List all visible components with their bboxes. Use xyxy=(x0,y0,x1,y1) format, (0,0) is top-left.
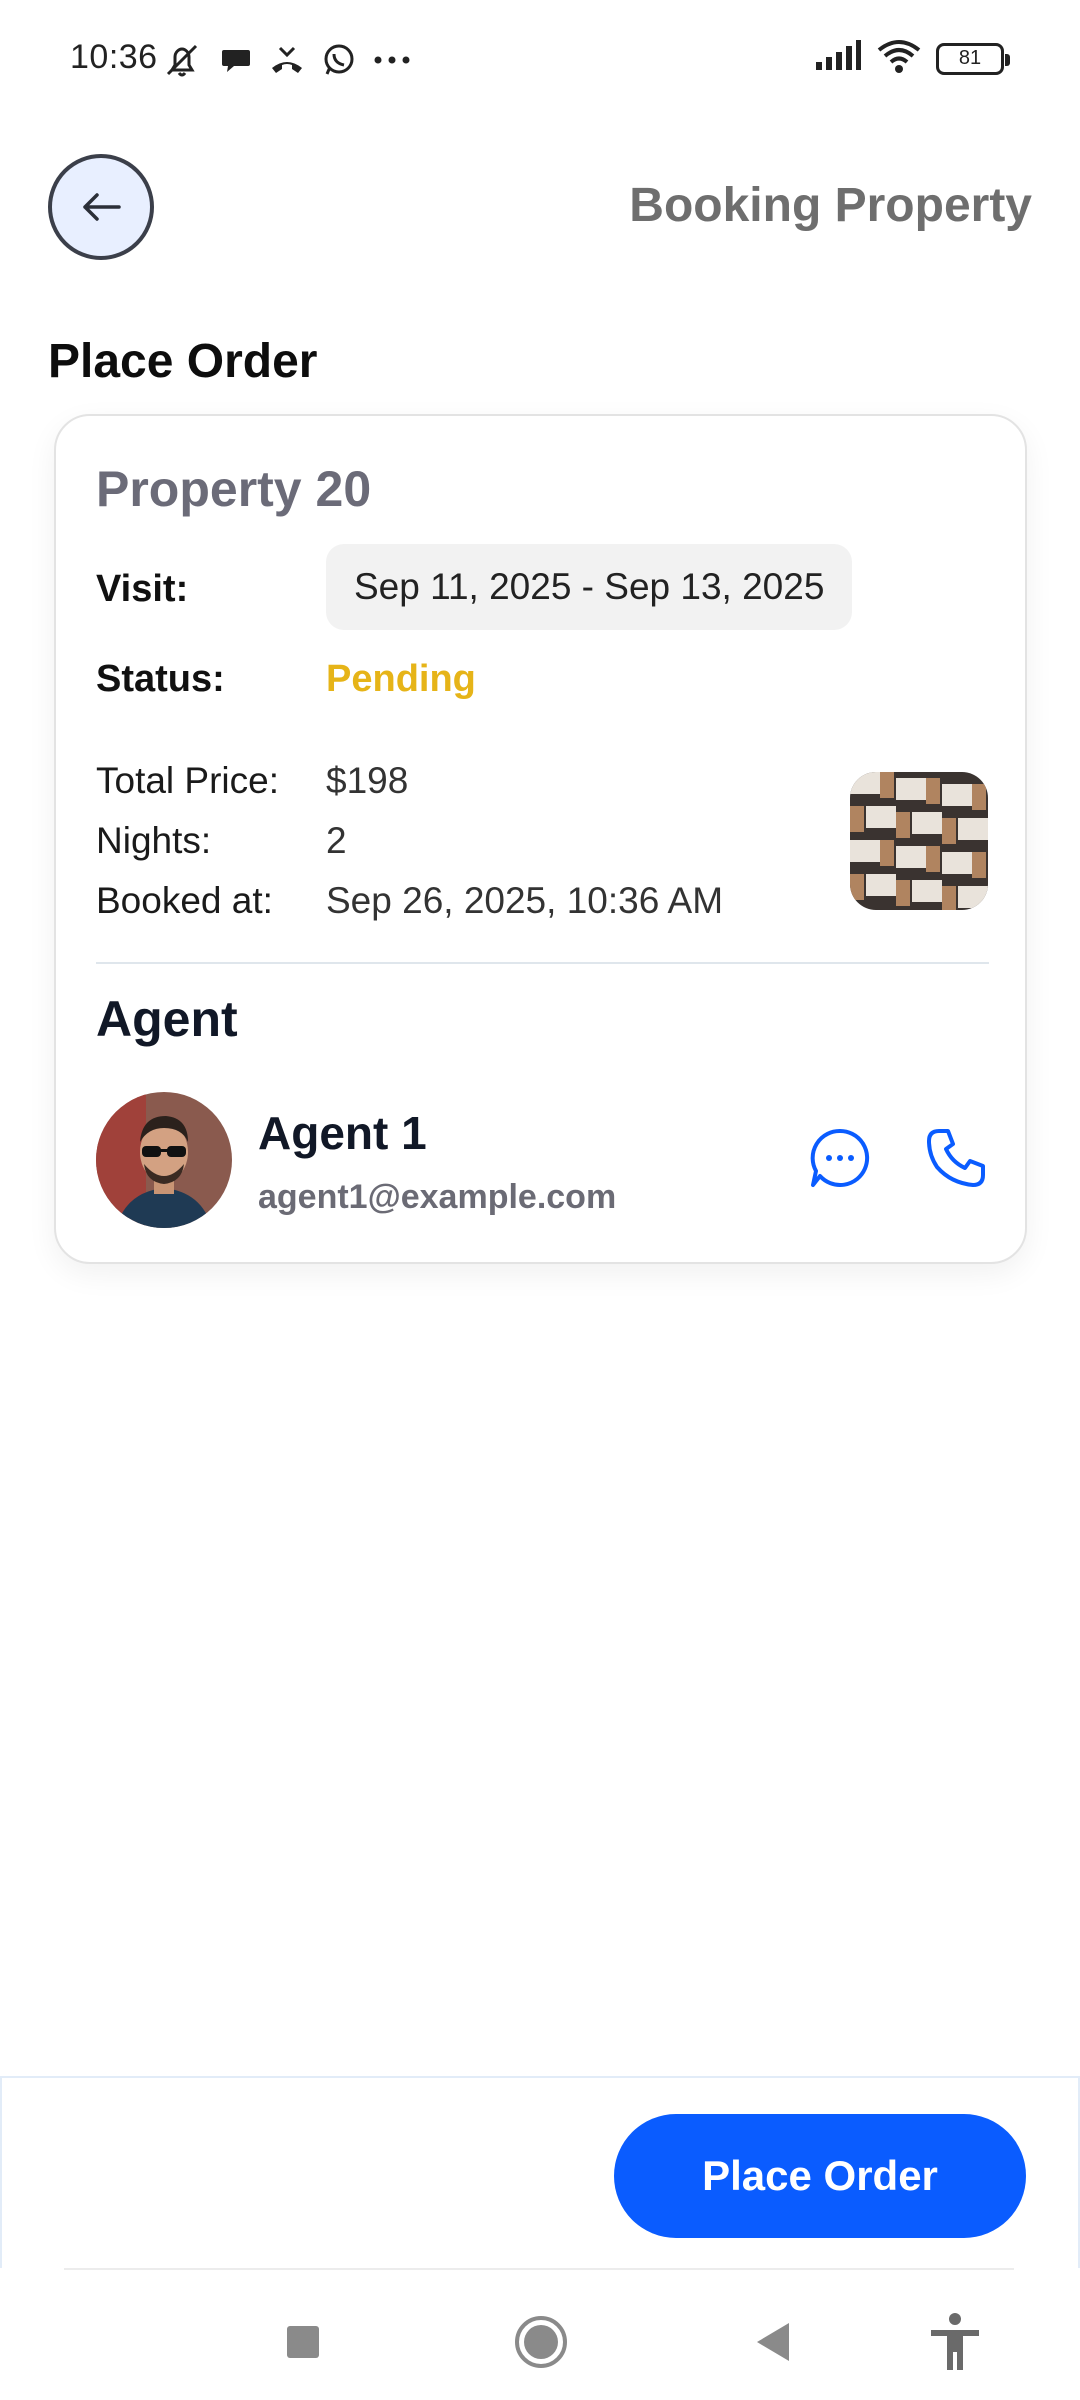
home-circle-icon xyxy=(515,2316,567,2368)
arrow-left-icon xyxy=(83,193,121,221)
whatsapp-icon xyxy=(320,41,358,79)
section-title: Place Order xyxy=(48,335,318,388)
signal-icon xyxy=(814,40,862,77)
muted-bell-icon xyxy=(160,40,204,80)
phone-icon xyxy=(927,1129,985,1187)
battery-icon: 81 xyxy=(936,42,1010,75)
accessibility-icon xyxy=(931,2313,979,2370)
place-order-button[interactable]: Place Order xyxy=(614,2114,1026,2238)
status-badge: Pending xyxy=(326,658,476,700)
chat-bubble-icon xyxy=(218,42,254,78)
back-button[interactable] xyxy=(48,154,154,260)
system-icons: 81 xyxy=(814,38,1010,79)
booked-at-label: Booked at: xyxy=(96,880,273,921)
total-price-value: $198 xyxy=(326,760,409,801)
nights-value: 2 xyxy=(326,820,347,861)
agent-email: agent1@example.com xyxy=(258,1178,617,1216)
battery-level: 81 xyxy=(958,47,982,69)
booked-at-value: Sep 26, 2025, 10:36 AM xyxy=(326,880,724,921)
visit-label: Visit: xyxy=(96,568,189,610)
recents-button[interactable] xyxy=(268,2312,338,2372)
agent-name: Agent 1 xyxy=(258,1107,427,1159)
more-dots-icon xyxy=(372,54,412,66)
back-triangle-icon xyxy=(757,2323,789,2361)
home-button[interactable] xyxy=(506,2312,576,2372)
system-nav-bar xyxy=(0,2270,1080,2400)
status-bar: 10:36 81 xyxy=(0,0,1080,120)
chat-icon xyxy=(810,1128,870,1187)
card-divider xyxy=(96,962,989,964)
property-thumbnail[interactable] xyxy=(850,772,988,910)
missed-call-icon xyxy=(268,42,306,78)
message-agent-button[interactable] xyxy=(800,1118,880,1198)
property-name: Property 20 xyxy=(96,461,372,517)
wifi-icon xyxy=(876,38,922,79)
agent-avatar xyxy=(96,1092,232,1228)
agent-heading: Agent xyxy=(96,991,238,1047)
status-label: Status: xyxy=(96,658,225,700)
total-price-label: Total Price: xyxy=(96,760,280,801)
notification-icons xyxy=(160,40,412,80)
visit-dates: Sep 11, 2025 - Sep 13, 2025 xyxy=(326,544,853,630)
recents-square-icon xyxy=(287,2326,319,2358)
back-nav-button[interactable] xyxy=(738,2312,808,2372)
booking-card: Property 20 Visit: Sep 11, 2025 - Sep 13… xyxy=(54,414,1027,1264)
accessibility-button[interactable] xyxy=(920,2312,990,2372)
call-agent-button[interactable] xyxy=(916,1118,996,1198)
page-title: Booking Property xyxy=(629,179,1032,232)
bottom-action-bar: Place Order xyxy=(0,2076,1080,2268)
nights-label: Nights: xyxy=(96,820,212,861)
status-time: 10:36 xyxy=(70,38,158,76)
